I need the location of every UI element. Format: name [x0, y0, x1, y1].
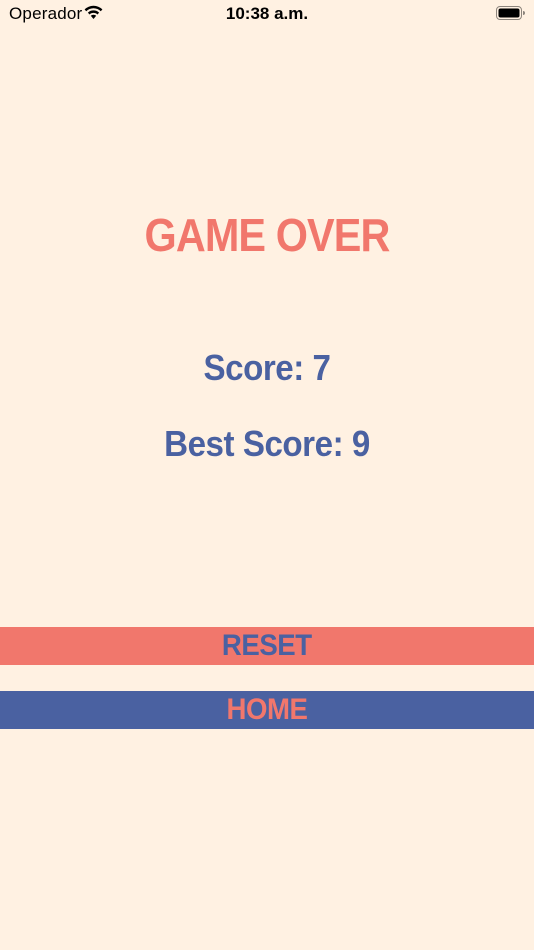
- score-label: Score: 7: [203, 347, 331, 388]
- status-time: 10:38 a.m.: [225, 4, 309, 23]
- home-button[interactable]: HOME: [0, 691, 534, 729]
- status-bar: Operador 10:38 a.m.: [0, 0, 534, 28]
- reset-button[interactable]: RESET: [0, 627, 534, 665]
- home-button-label: HOME: [226, 693, 308, 726]
- best-score-label: Best Score: 9: [164, 423, 370, 464]
- battery-icon: [496, 6, 526, 21]
- game-over-title: GAME OVER: [144, 209, 391, 261]
- reset-button-label: RESET: [222, 629, 312, 662]
